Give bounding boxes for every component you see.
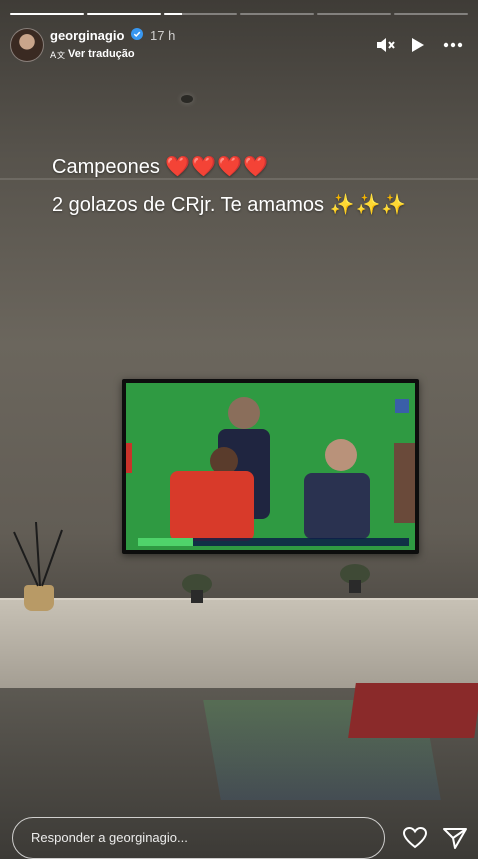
username[interactable]: georginagio <box>50 28 124 43</box>
story-viewer[interactable]: georginagio 17 h A 文 Ver tradução Campeo… <box>0 0 478 859</box>
more-icon[interactable] <box>442 34 464 56</box>
story-header: georginagio 17 h A 文 Ver tradução <box>10 26 466 62</box>
progress-fill <box>86 13 161 15</box>
caption-line-2: 2 golazos de CRjr. Te amamos ✨✨✨ <box>52 186 407 224</box>
tv-ticker <box>138 538 409 546</box>
reply-input[interactable] <box>31 830 361 845</box>
post-time: 17 h <box>150 28 176 43</box>
progress-segment <box>317 13 392 15</box>
story-progress <box>10 13 468 15</box>
tv-cabinet <box>0 600 478 688</box>
ceiling-light <box>181 95 193 103</box>
translate-icon: A 文 <box>50 50 65 60</box>
tv-scene <box>126 383 415 550</box>
hearts-emoji: ❤️❤️❤️❤️ <box>165 156 270 178</box>
reed-sticks <box>13 522 63 587</box>
progress-segment <box>10 13 84 15</box>
progress-segment <box>240 13 315 15</box>
caption-text-2: 2 golazos de CRjr. Te amamos <box>52 194 324 216</box>
progress-fill <box>163 13 183 15</box>
progress-fill <box>10 13 84 15</box>
plant-right <box>340 564 370 593</box>
translate-link[interactable]: Ver tradução <box>68 48 135 60</box>
verified-badge-icon <box>131 28 143 40</box>
mute-icon[interactable] <box>374 34 396 56</box>
progress-segment <box>394 13 468 15</box>
vase <box>24 585 54 611</box>
tv <box>122 379 419 554</box>
plant-left <box>182 574 212 603</box>
story-caption: Campeones ❤️❤️❤️❤️ 2 golazos de CRjr. Te… <box>52 148 407 224</box>
book <box>348 683 478 738</box>
channel-logo <box>395 399 409 413</box>
sparkles-emoji: ✨✨✨ <box>329 194 408 216</box>
caption-line-1: Campeones ❤️❤️❤️❤️ <box>52 148 407 186</box>
tv-screen <box>126 383 415 550</box>
progress-segment <box>163 13 238 15</box>
reply-bar[interactable] <box>12 817 385 859</box>
heart-icon[interactable] <box>402 826 428 850</box>
progress-segment <box>86 13 161 15</box>
play-icon[interactable] <box>406 34 428 56</box>
send-icon[interactable] <box>442 826 468 850</box>
svg-text:文: 文 <box>57 50 65 60</box>
caption-text-1: Campeones <box>52 156 160 178</box>
avatar[interactable] <box>10 28 44 62</box>
svg-text:A: A <box>50 51 57 60</box>
